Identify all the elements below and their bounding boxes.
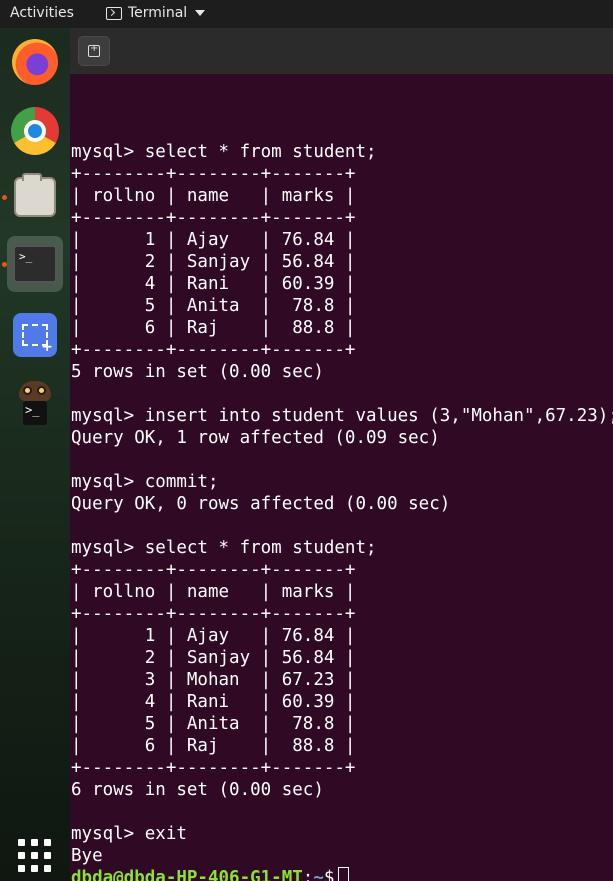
running-indicator [2, 262, 7, 267]
app-menu[interactable]: Terminal [106, 5, 206, 21]
dock-mysql-workbench[interactable]: >_ [7, 376, 63, 432]
running-indicator [2, 195, 7, 200]
terminal-line: | 6 | Raj | 88.8 | [71, 736, 356, 756]
terminal-line: | 4 | Rani | 60.39 | [71, 274, 356, 294]
terminal-header [70, 28, 613, 74]
terminal-icon: >_ [13, 245, 57, 283]
terminal-line: +--------+--------+-------+ [71, 208, 356, 228]
prompt-separator: : [302, 868, 314, 881]
terminal-line: | rollno | name | marks | [71, 582, 356, 602]
terminal-line: +--------+--------+-------+ [71, 164, 356, 184]
terminal-line: +--------+--------+-------+ [71, 560, 356, 580]
terminal-line: mysql> insert into student values (3,"Mo… [71, 406, 613, 426]
dock-files[interactable] [7, 169, 63, 225]
terminal-window[interactable]: mysql> select * from student;+--------+-… [70, 28, 613, 881]
terminal-line: mysql> select * from student; [71, 142, 377, 162]
terminal-line: Query OK, 0 rows affected (0.00 sec) [71, 494, 451, 514]
dock-chrome[interactable] [7, 103, 63, 159]
terminal-line: 6 rows in set (0.00 sec) [71, 780, 324, 800]
prompt-user-host: dbda@dbda-HP-406-G1-MT [71, 868, 303, 881]
terminal-line: | 1 | Ajay | 76.84 | [71, 230, 356, 250]
dock-terminal[interactable]: >_ [7, 236, 63, 292]
terminal-line: mysql> select * from student; [71, 538, 377, 558]
files-icon [14, 173, 56, 217]
text-cursor [338, 867, 350, 881]
terminal-line: | rollno | name | marks | [71, 186, 356, 206]
terminal-line: | 2 | Sanjay | 56.84 | [71, 252, 356, 272]
terminal-line: | 6 | Raj | 88.8 | [71, 318, 356, 338]
terminal-line: +--------+--------+-------+ [71, 604, 356, 624]
shell-prompt-line[interactable]: dbda@dbda-HP-406-G1-MT:~$ [71, 867, 613, 881]
chevron-down-icon [195, 10, 206, 16]
firefox-icon [12, 39, 58, 85]
top-bar: Activities Terminal [0, 0, 613, 28]
terminal-line: | 2 | Sanjay | 56.84 | [71, 648, 356, 668]
terminal-output: mysql> select * from student; +--------+-… [71, 75, 613, 881]
terminal-line: | 5 | Anita | 78.8 | [71, 714, 356, 734]
terminal-line: | 1 | Ajay | 76.84 | [71, 626, 356, 646]
terminal-line: mysql> exit [71, 824, 187, 844]
terminal-small-icon [106, 6, 122, 20]
prompt-path: ~ [313, 868, 324, 881]
terminal-line: | 4 | Rani | 60.39 | [71, 692, 356, 712]
terminal-line: +--------+--------+-------+ [71, 758, 356, 778]
new-tab-icon [88, 43, 100, 57]
terminal-line: Query OK, 1 row affected (0.09 sec) [71, 428, 440, 448]
mysql-workbench-icon: >_ [15, 381, 55, 427]
terminal-line: | 5 | Anita | 78.8 | [71, 296, 356, 316]
new-tab-button[interactable] [78, 36, 110, 66]
show-apps-icon[interactable] [18, 839, 52, 873]
terminal-line: +--------+--------+-------+ [71, 340, 356, 360]
chrome-icon [11, 107, 59, 155]
activities-button[interactable]: Activities [10, 5, 74, 21]
terminal-line: | 3 | Mohan | 67.23 | [71, 670, 356, 690]
dock-firefox[interactable] [7, 34, 63, 90]
screenshot-icon: + [13, 313, 57, 357]
terminal-line: Bye [71, 846, 103, 866]
terminal-line: mysql> commit; [71, 472, 219, 492]
prompt-symbol: $ [323, 868, 335, 881]
dock: >_ + >_ [0, 28, 70, 881]
terminal-line: 5 rows in set (0.00 sec) [71, 362, 324, 382]
dock-screenshot[interactable]: + [7, 307, 63, 363]
app-menu-label: Terminal [128, 5, 188, 21]
